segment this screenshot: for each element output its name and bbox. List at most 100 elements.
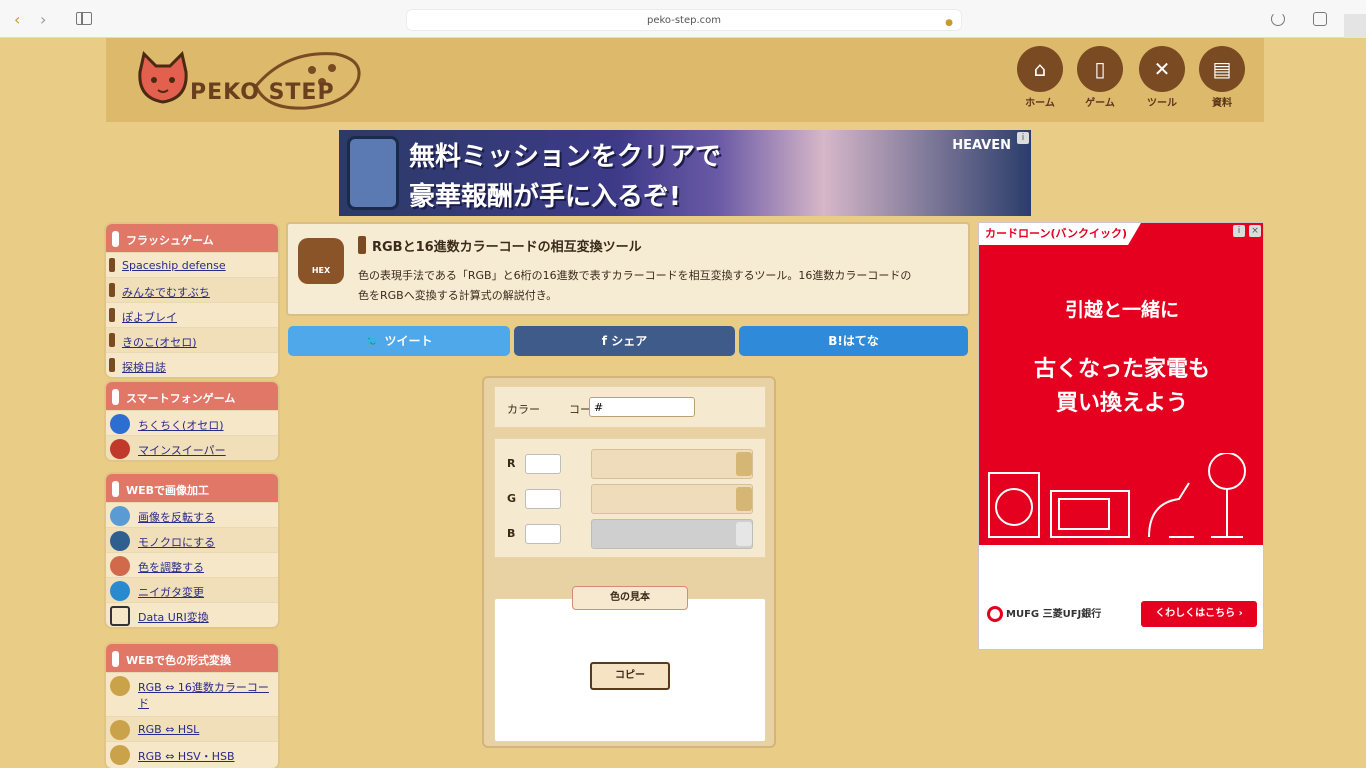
hatena-button[interactable]: B!はてな — [739, 326, 968, 356]
sidebar-link[interactable]: RGB ⇔ HSV・HSB — [138, 750, 235, 763]
reload-icon[interactable] — [1271, 12, 1285, 26]
channel-label: B — [507, 527, 516, 540]
home-icon: ⌂ — [1017, 46, 1063, 92]
rgb-row-b: B — [495, 519, 767, 549]
sidebar-item[interactable]: ちくちく(オセロ) — [106, 410, 278, 435]
logo-text: PEKO STEP — [190, 80, 335, 105]
document-icon: ▤ — [1199, 46, 1245, 92]
tweet-label: ツイート — [384, 334, 433, 348]
b-slider-thumb[interactable] — [736, 522, 752, 546]
sidebar-item[interactable]: マインスイーパー — [106, 435, 278, 460]
side-ad[interactable]: カードローン(バンクイック) i × 引越と一緒に 古くなった家電も 買い換えよ… — [978, 222, 1264, 650]
sidebar-item[interactable]: ニイガタ変更 — [106, 577, 278, 602]
back-button[interactable]: ‹ — [14, 10, 20, 29]
b-slider[interactable] — [591, 519, 753, 549]
sidebar-item[interactable]: 探検日誌 — [106, 352, 278, 377]
ad-line2: 古くなった家電も — [1033, 357, 1210, 382]
sidebar-link[interactable]: きのこ(オセロ) — [122, 336, 197, 349]
ad-close-icon[interactable]: × — [1249, 225, 1261, 237]
site-logo[interactable]: PEKO STEP — [136, 46, 364, 112]
b-input[interactable] — [525, 524, 561, 544]
nav-game[interactable]: ▯ ゲーム — [1076, 46, 1124, 109]
tweet-button[interactable]: 🐦 ツイート — [288, 326, 510, 356]
sidebar-link[interactable]: RGB ⇔ HSL — [138, 723, 199, 736]
r-slider-thumb[interactable] — [736, 452, 752, 476]
sidebar-link[interactable]: Data URI変換 — [138, 611, 209, 624]
game-logo: HEAVEN — [952, 138, 1011, 153]
sidebar-item[interactable]: Spaceship defense — [106, 252, 278, 277]
bullet-icon — [109, 308, 115, 322]
color-adjust-icon — [110, 556, 130, 576]
window-corner — [1344, 14, 1366, 38]
sidebar-item[interactable]: RGB ⇔ HSV・HSB — [106, 741, 278, 766]
sidebar-link[interactable]: 色を調整する — [138, 561, 204, 574]
sidebar-item[interactable]: RGB ⇔ HSL — [106, 716, 278, 741]
hex-code-input[interactable] — [589, 397, 695, 417]
palette-icon — [110, 676, 130, 696]
sidebar-item[interactable]: 色を調整する — [106, 552, 278, 577]
flip-icon — [110, 506, 130, 526]
hex-icon: HEX — [298, 238, 344, 284]
sidebar-toggle-icon[interactable] — [76, 12, 92, 25]
mono-icon — [110, 531, 130, 551]
resize-icon — [110, 581, 130, 601]
g-input[interactable] — [525, 489, 561, 509]
g-slider[interactable] — [591, 484, 753, 514]
nav-home-label: ホーム — [1025, 98, 1055, 109]
sidebar-link[interactable]: RGB ⇔ 16進数カラーコード — [138, 681, 269, 710]
site-header: PEKO STEP ⌂ ホーム ▯ ゲーム ✕ ツール ▤ 資料 — [106, 38, 1264, 122]
phone-icon: ▯ — [1077, 46, 1123, 92]
sidebar-section-color: WEBで色の形式変換 RGB ⇔ 16進数カラーコード RGB ⇔ HSL RG… — [106, 644, 278, 768]
mine-icon — [110, 439, 130, 459]
address-bar[interactable]: peko-step.com ● — [406, 9, 962, 31]
nav-home[interactable]: ⌂ ホーム — [1016, 46, 1064, 109]
channel-label: G — [507, 492, 517, 505]
bank-logo: MUFG 三菱UFJ銀行 — [987, 605, 1101, 622]
forward-button[interactable]: › — [40, 10, 46, 29]
nav-tools-label: ツール — [1147, 98, 1177, 109]
g-slider-thumb[interactable] — [736, 487, 752, 511]
sidebar-link[interactable]: ぽよブレイ — [122, 311, 177, 324]
bullet-icon — [109, 333, 115, 347]
r-input[interactable] — [525, 454, 561, 474]
ad-info-icon[interactable]: i — [1017, 132, 1029, 144]
sidebar-link[interactable]: Spaceship defense — [122, 259, 226, 272]
facebook-icon: f — [601, 334, 612, 348]
sidebar-item[interactable]: 画像を反転する — [106, 502, 278, 527]
r-slider[interactable] — [591, 449, 753, 479]
bullet-icon — [109, 358, 115, 372]
sidebar-link[interactable]: みんなでむすぶち — [122, 286, 210, 299]
banner-line1: 無料ミッションをクリアで — [409, 142, 722, 172]
banner-line2: 豪華報酬が手に入るぞ! — [409, 182, 681, 212]
othello-icon — [110, 414, 130, 434]
sidebar-section-flash: フラッシュゲーム Spaceship defense みんなでむすぶち ぽよブレ… — [106, 224, 278, 377]
color-sample-label: 色の見本 — [572, 586, 688, 610]
sidebar-link[interactable]: ニイガタ変更 — [138, 586, 204, 599]
appliances-illustration — [988, 453, 1246, 538]
lock-icon: ● — [945, 18, 953, 28]
code-field-label: カラー — [507, 403, 540, 416]
sidebar-item[interactable]: ぽよブレイ — [106, 302, 278, 327]
sidebar-link[interactable]: モノクロにする — [138, 536, 215, 549]
hex-icon-label: HEX — [311, 266, 331, 275]
sidebar-item[interactable]: Data URI変換 — [106, 602, 278, 627]
sidebar-link[interactable]: マインスイーパー — [138, 444, 226, 457]
sidebar-section-title: WEBで画像加工 — [106, 474, 278, 502]
sidebar-link[interactable]: 画像を反転する — [138, 511, 215, 524]
share-icon[interactable] — [1313, 12, 1327, 26]
ad-cta-button[interactable]: くわしくはこちら › — [1141, 601, 1257, 627]
copy-button[interactable]: コピー — [590, 662, 670, 690]
sidebar-item[interactable]: RGB ⇔ 16進数カラーコード — [106, 672, 278, 716]
sidebar-link[interactable]: 探検日誌 — [122, 361, 166, 374]
ad-info-icon[interactable]: i — [1233, 225, 1245, 237]
sidebar-section-smartphone: スマートフォンゲーム ちくちく(オセロ) マインスイーパー — [106, 382, 278, 460]
sidebar-link[interactable]: ちくちく(オセロ) — [138, 419, 224, 432]
sidebar-item[interactable]: きのこ(オセロ) — [106, 327, 278, 352]
nav-docs[interactable]: ▤ 資料 — [1198, 46, 1246, 109]
nav-tools[interactable]: ✕ ツール — [1138, 46, 1186, 109]
facebook-share-button[interactable]: f シェア — [514, 326, 735, 356]
page-title: RGBと16進数カラーコードの相互変換ツール — [358, 236, 642, 255]
sidebar-item[interactable]: モノクロにする — [106, 527, 278, 552]
banner-ad[interactable]: 無料ミッションをクリアで 豪華報酬が手に入るぞ! HEAVEN i — [339, 130, 1031, 216]
sidebar-item[interactable]: みんなでむすぶち — [106, 277, 278, 302]
